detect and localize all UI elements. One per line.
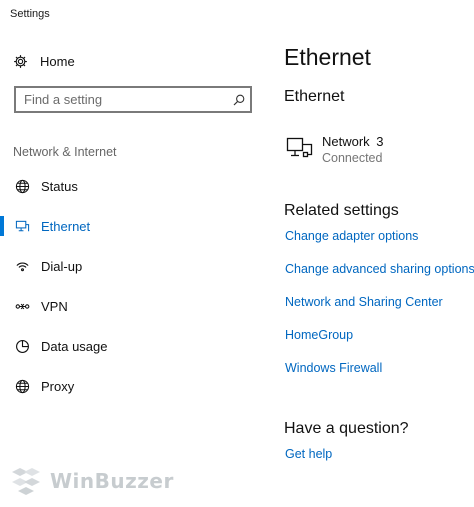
related-settings-heading: Related settings bbox=[284, 202, 399, 219]
search-input[interactable] bbox=[16, 88, 228, 111]
globe-icon bbox=[14, 378, 30, 394]
change-adapter-options-link[interactable]: Change adapter options bbox=[285, 229, 474, 262]
gear-icon bbox=[12, 53, 28, 69]
homegroup-link[interactable]: HomeGroup bbox=[285, 328, 474, 361]
vpn-icon bbox=[14, 298, 30, 314]
sidebar-nav: Status Ethernet Dial-up VPN Data usage P… bbox=[0, 166, 260, 406]
sidebar-item-vpn[interactable]: VPN bbox=[0, 286, 260, 326]
sidebar-item-label: Ethernet bbox=[41, 218, 91, 234]
search-box[interactable] bbox=[14, 86, 252, 113]
watermark-text: WinBuzzer bbox=[50, 469, 174, 493]
change-advanced-sharing-link[interactable]: Change advanced sharing options bbox=[285, 262, 474, 295]
sidebar-item-label: Status bbox=[41, 178, 78, 194]
section-heading-ethernet: Ethernet bbox=[284, 88, 345, 105]
dialup-icon bbox=[14, 258, 30, 274]
sidebar-item-ethernet[interactable]: Ethernet bbox=[0, 206, 260, 246]
globe-icon bbox=[14, 178, 30, 194]
sidebar-item-status[interactable]: Status bbox=[0, 166, 260, 206]
wired-network-icon bbox=[286, 137, 313, 158]
watermark: WinBuzzer bbox=[10, 466, 174, 496]
ethernet-icon bbox=[14, 218, 30, 234]
network-status: Connected bbox=[322, 151, 383, 165]
network-sharing-center-link[interactable]: Network and Sharing Center bbox=[285, 295, 474, 328]
network-name: Network 3 bbox=[322, 134, 384, 149]
related-settings-links: Change adapter options Change advanced s… bbox=[285, 229, 474, 394]
sidebar-item-data-usage[interactable]: Data usage bbox=[0, 326, 260, 366]
sidebar-item-label: Proxy bbox=[41, 378, 75, 394]
section-label: Network & Internet bbox=[13, 145, 117, 159]
sidebar-item-proxy[interactable]: Proxy bbox=[0, 366, 260, 406]
windows-firewall-link[interactable]: Windows Firewall bbox=[285, 361, 474, 394]
home-label: Home bbox=[40, 53, 75, 69]
page-title: Ethernet bbox=[284, 44, 371, 70]
question-heading: Have a question? bbox=[284, 420, 409, 437]
winbuzzer-logo-icon bbox=[12, 468, 40, 495]
get-help-link[interactable]: Get help bbox=[285, 447, 332, 461]
network-connection[interactable]: Network 3 Connected bbox=[286, 133, 384, 166]
search-icon[interactable] bbox=[228, 94, 250, 106]
home-nav-item[interactable]: Home bbox=[12, 51, 75, 71]
sidebar-item-label: VPN bbox=[41, 298, 68, 314]
window-title: Settings bbox=[10, 8, 50, 20]
data-usage-icon bbox=[14, 338, 30, 354]
sidebar-item-label: Data usage bbox=[41, 338, 108, 354]
sidebar-item-label: Dial-up bbox=[41, 258, 83, 274]
sidebar-item-dialup[interactable]: Dial-up bbox=[0, 246, 260, 286]
